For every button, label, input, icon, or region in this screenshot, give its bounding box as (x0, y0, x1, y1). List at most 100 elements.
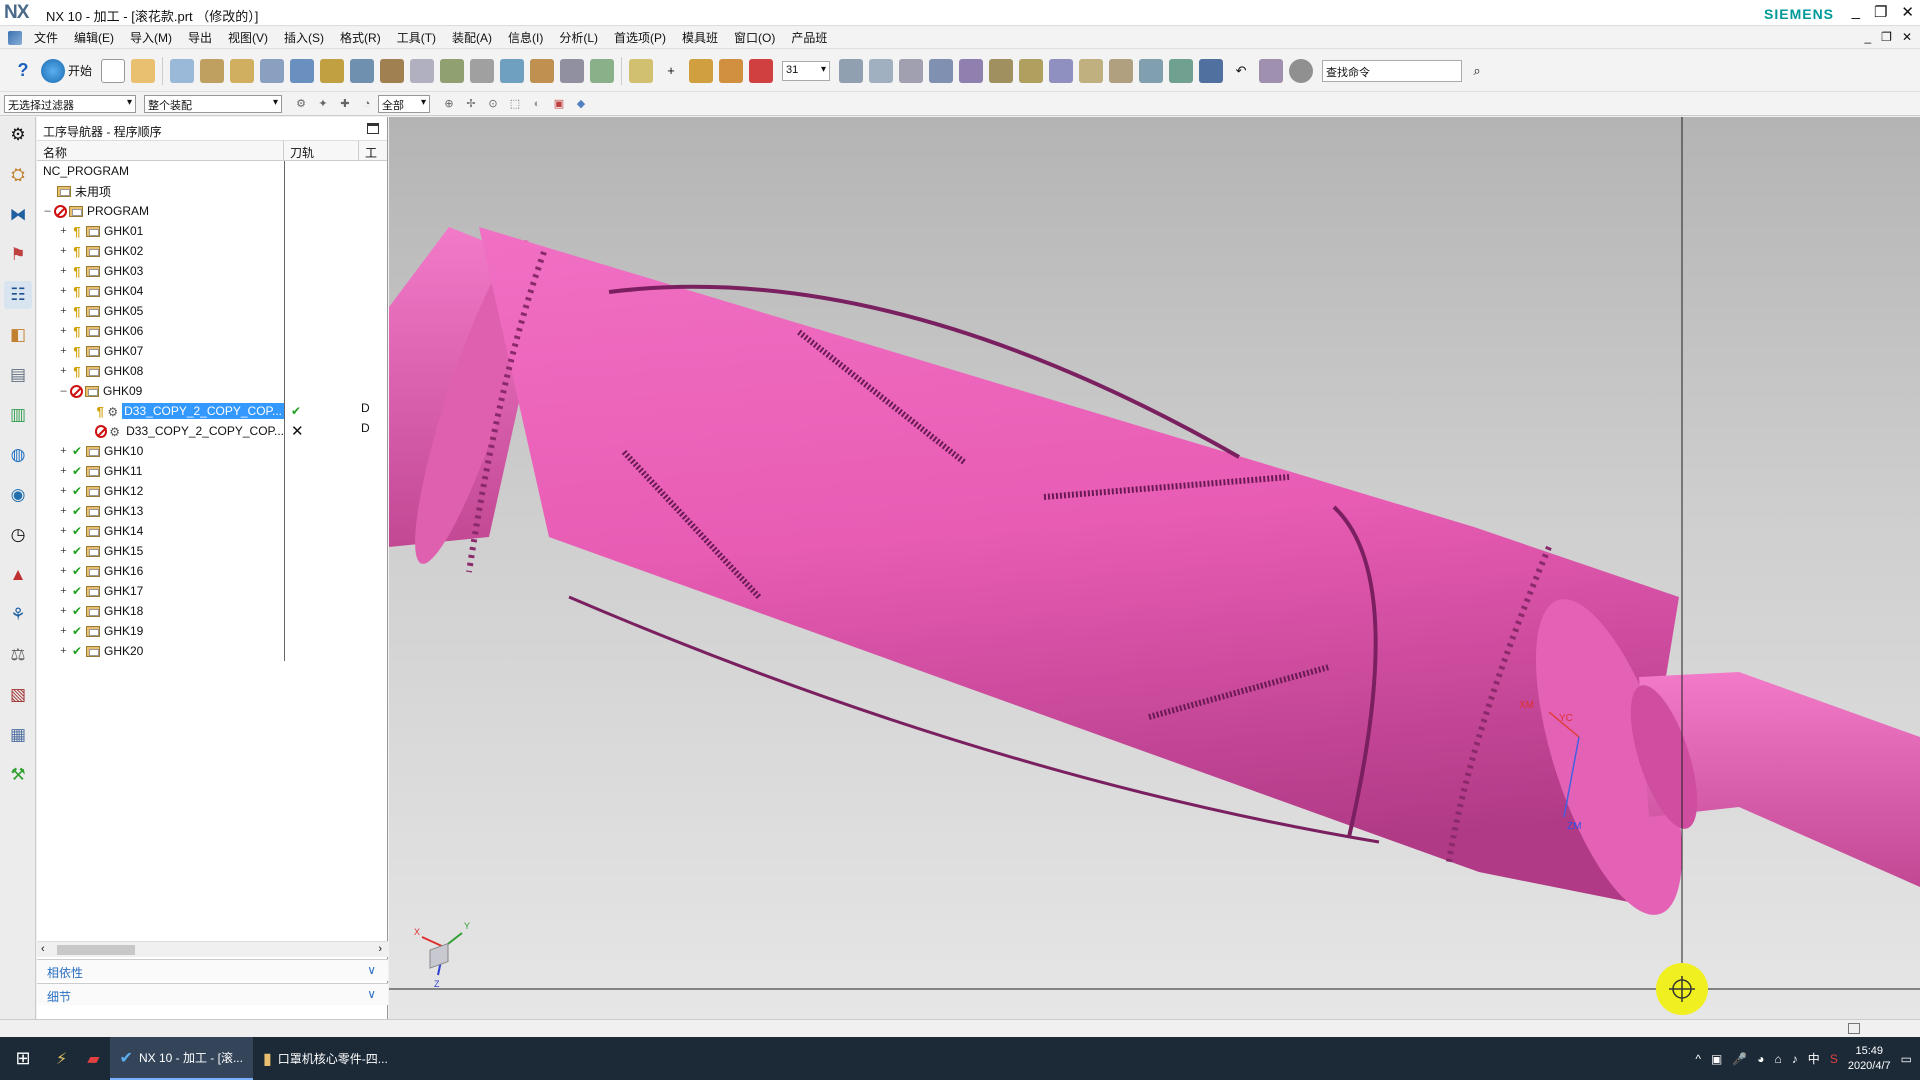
redo-icon[interactable] (1259, 58, 1284, 83)
csys-icon[interactable] (689, 58, 714, 83)
tree-row-group[interactable]: + ¶ GHK04 (37, 281, 387, 301)
create-program-icon[interactable] (170, 58, 195, 83)
help-icon[interactable]: ? (11, 59, 35, 83)
web-browser-icon[interactable]: ◍ (4, 441, 32, 469)
expand-icon[interactable]: + (59, 245, 68, 257)
details-panel[interactable]: 细节 ∨ (37, 983, 388, 1005)
maximize-icon[interactable] (367, 123, 379, 134)
scroll-thumb[interactable] (57, 945, 135, 955)
view-orient-icon[interactable] (719, 58, 744, 83)
expand-icon[interactable]: + (59, 485, 68, 497)
expand-icon[interactable]: + (59, 265, 68, 277)
measure-angle-icon[interactable] (1109, 58, 1134, 83)
scroll-right-icon[interactable]: › (378, 943, 382, 955)
render-style-icon[interactable] (749, 58, 774, 83)
fullscreen-icon[interactable] (1848, 1023, 1860, 1034)
clock-history-icon[interactable]: ◷ (4, 521, 32, 549)
menu-window[interactable]: 窗口(O) (726, 29, 783, 46)
menu-preferences[interactable]: 首选项(P) (606, 29, 674, 46)
sogou-icon[interactable]: S (1830, 1052, 1838, 1066)
expand-icon[interactable]: + (59, 225, 68, 237)
snap-mid-icon[interactable]: ◔ (359, 96, 375, 112)
feature-icon[interactable]: ▦ (4, 721, 32, 749)
menu-import[interactable]: 导入(M) (122, 29, 180, 46)
chevron-down-icon[interactable]: ∨ (367, 987, 376, 1001)
tree-row-group[interactable]: + ✔ GHK14 (37, 521, 387, 541)
program-order-view-icon[interactable]: ⧓ (4, 201, 32, 229)
tree-row-unused[interactable]: 未用项 (37, 181, 387, 201)
process-studio-icon[interactable]: ⚘ (4, 601, 32, 629)
menu-format[interactable]: 格式(R) (332, 29, 389, 46)
toolpath-edit-icon[interactable] (590, 58, 615, 83)
expand-icon[interactable]: + (59, 605, 68, 617)
doc-minimize-button[interactable]: _ (1864, 30, 1871, 44)
tray-expand-icon[interactable]: ^ (1695, 1052, 1701, 1066)
analysis-icon[interactable] (1139, 58, 1164, 83)
expand-icon[interactable]: + (59, 565, 68, 577)
part-navigator-icon[interactable]: ◧ (4, 321, 32, 349)
boolean-icon[interactable] (989, 58, 1014, 83)
tree-row-operation[interactable]: ⚙ D33_COPY_2_COPY_COP... ✕ D (37, 421, 387, 441)
postprocess-icon[interactable] (380, 58, 405, 83)
role-icon[interactable] (1289, 58, 1314, 83)
expand-icon[interactable]: + (59, 585, 68, 597)
tree-row-group[interactable]: + ✔ GHK16 (37, 561, 387, 581)
start-button[interactable]: 开始 (68, 62, 92, 79)
collapse-icon[interactable]: – (43, 205, 52, 217)
section-icon[interactable] (1169, 58, 1194, 83)
menu-assembly[interactable]: 装配(A) (444, 29, 500, 46)
tree-row-group[interactable]: + ¶ GHK03 (37, 261, 387, 281)
chevron-down-icon[interactable]: ∨ (367, 963, 376, 977)
measure-distance-icon[interactable] (1079, 58, 1104, 83)
history-icon[interactable]: ◉ (4, 481, 32, 509)
snap-point-icon[interactable]: ✦ (315, 96, 331, 112)
scroll-left-icon[interactable]: ‹ (41, 943, 45, 955)
tree-row-group[interactable]: + ✔ GHK18 (37, 601, 387, 621)
menu-mold-class[interactable]: 模具班 (674, 29, 726, 46)
taskbar-pinned-app[interactable]: ▰ (77, 1037, 109, 1080)
tree-row-root[interactable]: NC_PROGRAM (37, 161, 387, 181)
snap-quadrant-icon[interactable]: ✢ (463, 96, 479, 112)
settings-gear-icon[interactable]: ⚙ (4, 121, 32, 149)
palette-icon[interactable]: ▲ (4, 561, 32, 589)
search-icon[interactable]: ⌕ (1465, 59, 1489, 83)
menu-analysis[interactable]: 分析(L) (551, 29, 606, 46)
menu-view[interactable]: 视图(V) (220, 29, 276, 46)
verify-toolpath-icon[interactable] (350, 58, 375, 83)
minimize-button[interactable]: _ (1852, 3, 1860, 21)
undo-icon[interactable]: ↶ (1229, 59, 1253, 83)
machine-tool-view-icon[interactable]: ⛭ (4, 161, 32, 189)
type-filter-dropdown[interactable]: 无选择过滤器 (4, 94, 136, 113)
machine-tool-icon[interactable] (470, 58, 495, 83)
expand-icon[interactable]: + (59, 345, 68, 357)
open-folder-icon[interactable] (131, 58, 156, 83)
dependency-panel[interactable]: 相依性 ∨ (37, 959, 388, 981)
taskbar-folder-app[interactable]: ▮ 口罩机核心零件-四... (253, 1037, 398, 1080)
save-icon[interactable] (1199, 58, 1224, 83)
list-icon[interactable] (560, 58, 585, 83)
revolve-icon[interactable] (959, 58, 984, 83)
tool-path-display-icon[interactable] (440, 58, 465, 83)
taskbar-pinned-app[interactable]: ⚡ (46, 1037, 77, 1080)
snap-center-icon[interactable]: ⊕ (441, 96, 457, 112)
select-all-icon[interactable]: ⊙ (485, 96, 501, 112)
new-file-icon[interactable] (101, 58, 126, 83)
move-face-icon[interactable] (1019, 58, 1044, 83)
snap-icon[interactable] (629, 58, 654, 83)
expand-icon[interactable]: + (59, 645, 68, 657)
volume-icon[interactable]: ♪ (1792, 1052, 1798, 1066)
graphics-viewport[interactable]: XM YC ZM X Y Z (389, 117, 1920, 1019)
wire-view-icon[interactable]: ▣ (551, 96, 567, 112)
menu-insert[interactable]: 插入(S) (276, 29, 332, 46)
doc-close-button[interactable]: ✕ (1902, 30, 1912, 44)
column-name[interactable]: 名称 (37, 141, 284, 160)
tree-row-group[interactable]: + ✔ GHK20 (37, 641, 387, 661)
tree-row-operation[interactable]: ¶ ⚙ D33_COPY_2_COPY_COP... ✔ D (37, 401, 387, 421)
expand-icon[interactable]: + (59, 625, 68, 637)
menu-edit[interactable]: 编辑(E) (66, 29, 122, 46)
roles-icon[interactable]: ⚖ (4, 641, 32, 669)
extrude-icon[interactable] (929, 58, 954, 83)
close-button[interactable]: ✕ (1901, 3, 1914, 21)
command-search-input[interactable]: 查找命令 (1322, 59, 1463, 82)
tree-row-group[interactable]: + ✔ GHK10 (37, 441, 387, 461)
